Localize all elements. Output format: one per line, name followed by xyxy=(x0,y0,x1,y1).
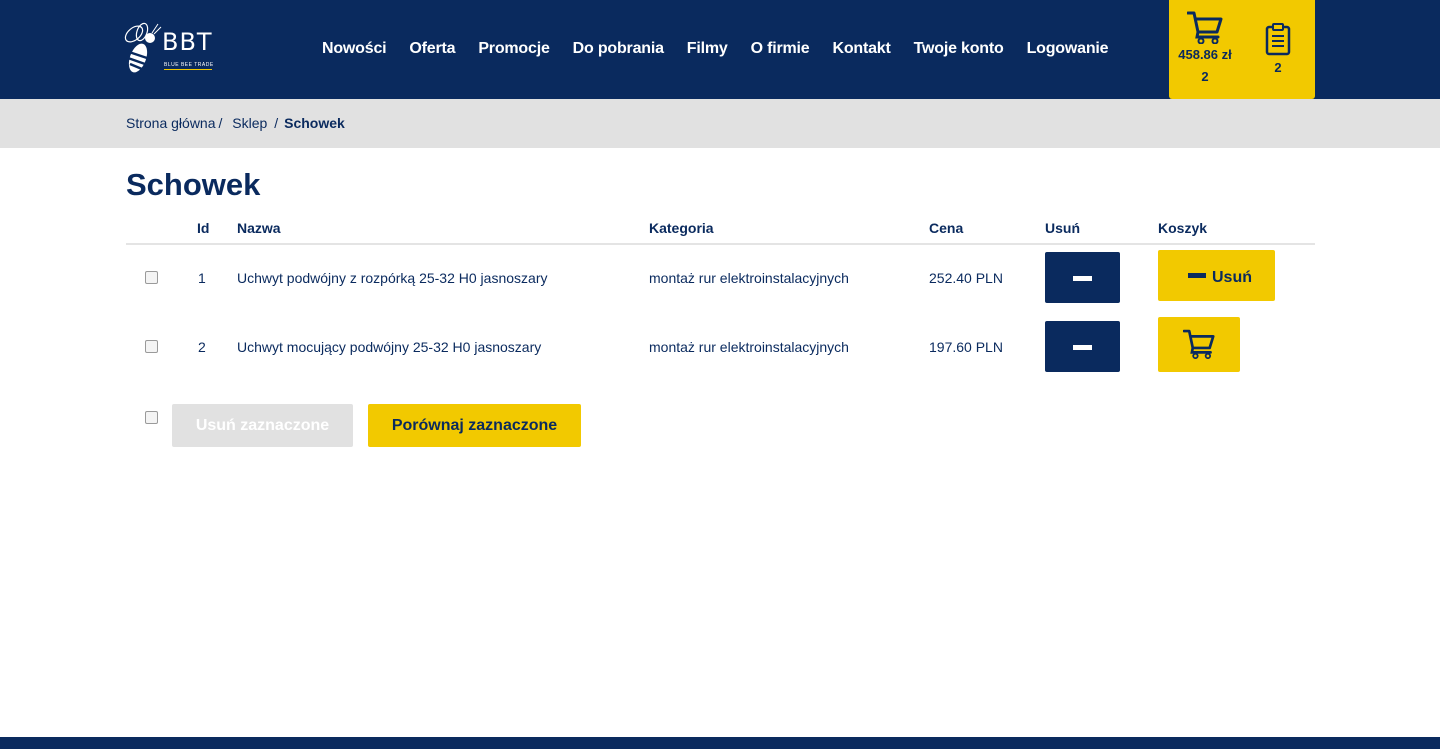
bee-logo-icon xyxy=(124,22,162,73)
nav-item-twoje-konto[interactable]: Twoje konto xyxy=(914,40,1004,58)
add-to-cart-button[interactable] xyxy=(1158,317,1240,372)
remove-from-cart-label: Usuń xyxy=(1212,269,1252,286)
nav-item-do-pobrania[interactable]: Do pobrania xyxy=(573,40,664,58)
row-category: montaż rur elektroinstalacyjnych xyxy=(649,339,849,355)
column-header-remove: Usuń xyxy=(1045,220,1080,236)
minus-icon xyxy=(1073,276,1092,281)
nav-item-o-firmie[interactable]: O firmie xyxy=(751,40,810,58)
row-id: 1 xyxy=(198,270,206,286)
logo-subtitle: BLUE BEE TRADE xyxy=(164,62,214,68)
logo-text: BBT xyxy=(162,28,213,56)
clipboard-count: 2 xyxy=(1274,60,1282,75)
breadcrumb-home[interactable]: Strona główna xyxy=(126,115,216,131)
nav-item-nowosci[interactable]: Nowości xyxy=(322,40,387,58)
table-row: 2 Uchwyt mocujący podwójny 25-32 H0 jasn… xyxy=(0,317,1440,373)
cart-icon xyxy=(1183,329,1215,359)
remove-from-cart-button[interactable]: Usuń xyxy=(1158,250,1275,301)
site-header: BBT BLUE BEE TRADE Nowości Oferta Promoc… xyxy=(0,0,1440,99)
nav-item-promocje[interactable]: Promocje xyxy=(478,40,550,58)
nav-item-filmy[interactable]: Filmy xyxy=(687,40,728,58)
breadcrumb-shop[interactable]: Sklep xyxy=(232,115,267,131)
row-id: 2 xyxy=(198,339,206,355)
column-header-category: Kategoria xyxy=(649,220,714,236)
row-checkbox[interactable] xyxy=(145,340,158,353)
breadcrumb-separator: / xyxy=(274,115,279,131)
row-checkbox[interactable] xyxy=(145,271,158,284)
cart-count: 2 xyxy=(1201,69,1209,84)
cart-total: 458.86 zł xyxy=(1178,47,1232,62)
breadcrumb-separator: / xyxy=(218,115,223,131)
row-price: 252.40 PLN xyxy=(929,270,1003,286)
row-name[interactable]: Uchwyt mocujący podwójny 25-32 H0 jasnos… xyxy=(237,339,541,355)
remove-from-clipboard-button[interactable] xyxy=(1045,321,1120,372)
row-price: 197.60 PLN xyxy=(929,339,1003,355)
breadcrumb-bar: Strona główna / Sklep / Schowek xyxy=(0,99,1440,148)
logo-underline xyxy=(164,69,212,70)
column-header-price: Cena xyxy=(929,220,964,236)
breadcrumb: Strona główna / Sklep / Schowek xyxy=(126,115,345,131)
remove-from-clipboard-button[interactable] xyxy=(1045,252,1120,303)
compare-selected-button[interactable]: Porównaj zaznaczone xyxy=(368,404,581,447)
minus-icon xyxy=(1188,273,1206,278)
select-all-checkbox[interactable] xyxy=(145,411,158,424)
logo[interactable]: BBT BLUE BEE TRADE xyxy=(122,20,214,78)
column-header-cart: Koszyk xyxy=(1158,220,1208,236)
cart-icon[interactable] xyxy=(1187,10,1223,44)
clipboard-icon[interactable] xyxy=(1265,22,1291,56)
minus-icon xyxy=(1073,345,1092,350)
remove-selected-button[interactable]: Usuń zaznaczone xyxy=(172,404,353,447)
table-header-divider xyxy=(126,243,1315,245)
row-category: montaż rur elektroinstalacyjnych xyxy=(649,270,849,286)
nav-item-kontakt[interactable]: Kontakt xyxy=(832,40,890,58)
table-row: 1 Uchwyt podwójny z rozpórką 25-32 H0 ja… xyxy=(0,250,1440,304)
nav-item-logowanie[interactable]: Logowanie xyxy=(1027,40,1109,58)
breadcrumb-current: Schowek xyxy=(284,115,345,131)
main-nav: Nowości Oferta Promocje Do pobrania Film… xyxy=(322,40,1131,58)
column-header-name: Nazwa xyxy=(237,220,281,236)
page-title: Schowek xyxy=(126,167,261,202)
column-header-id: Id xyxy=(197,220,210,236)
nav-item-oferta[interactable]: Oferta xyxy=(409,40,455,58)
site-footer xyxy=(0,737,1440,749)
row-name[interactable]: Uchwyt podwójny z rozpórką 25-32 H0 jasn… xyxy=(237,270,547,286)
mini-cart[interactable]: 458.86 zł 2 2 xyxy=(1169,0,1315,99)
